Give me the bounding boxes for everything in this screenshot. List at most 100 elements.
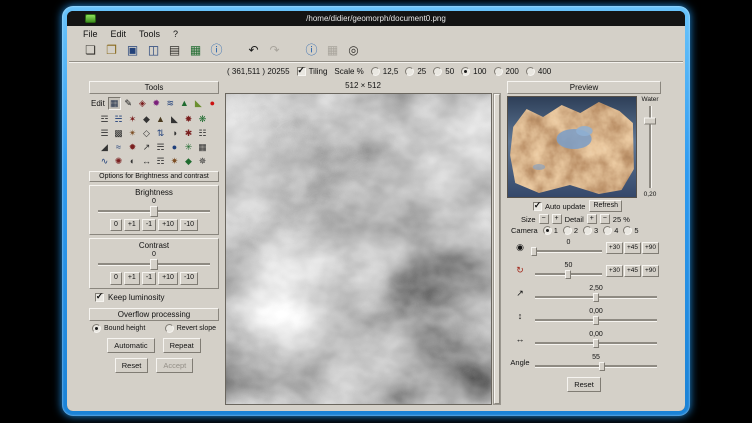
pencil-tool-icon[interactable]: ✎ [122,97,135,110]
slider-handle[interactable] [593,339,599,348]
keep-luminosity-checkbox[interactable]: ✓ Keep luminosity [89,293,219,302]
slider-handle[interactable] [644,118,656,125]
tool-icon[interactable]: ◐ [126,155,139,168]
observer-rotation-slider[interactable] [533,247,604,256]
tool-icon[interactable]: ↗ [140,141,153,154]
scale-option-100[interactable]: 100 [461,67,486,76]
slider-handle[interactable] [599,362,605,371]
size-increase-button[interactable]: + [552,214,562,224]
horizontal-shift-icon[interactable]: ↔ [509,335,531,344]
water-slider[interactable] [644,104,656,190]
tool-icon[interactable]: ≈ [112,141,125,154]
brightness-zero-button[interactable]: 0 [110,219,122,231]
slider-handle[interactable] [593,293,599,302]
detail-increase-button[interactable]: + [587,214,597,224]
tool-icon[interactable]: ✴ [126,127,139,140]
tool-icon[interactable]: ↔ [140,155,153,168]
rotation-icon[interactable]: ↻ [509,266,531,275]
scale-option-400[interactable]: 400 [526,67,551,76]
tool-icon[interactable]: ☴ [154,141,167,154]
detail-decrease-button[interactable]: − [600,214,610,224]
print-icon[interactable]: ▤ [165,41,184,59]
scale-option-12-5[interactable]: 12,5 [371,67,399,76]
refresh-button[interactable]: Refresh [589,200,622,212]
tool-icon[interactable]: ☲ [98,113,111,126]
tool-icon[interactable]: ◇ [140,127,153,140]
slider-handle[interactable] [150,206,158,217]
contrast-slider[interactable] [96,259,212,270]
observer-plus45-button[interactable]: +45 [624,242,641,254]
tool-icon[interactable]: ● [168,141,181,154]
tool-icon[interactable]: ◆ [140,113,153,126]
contrast-minus10-button[interactable]: -10 [180,272,198,284]
camera-option-4[interactable]: 4 [603,226,618,235]
contrast-minus1-button[interactable]: -1 [142,272,156,284]
horizontal-shift-slider[interactable] [533,339,659,348]
tiling-checkbox[interactable]: ✓ Tiling [297,67,328,76]
overflow-option-bound-height[interactable]: Bound height [92,324,145,333]
select-grid-tool-icon[interactable]: ▦ [108,97,121,110]
tool-icon[interactable]: ◆ [182,155,195,168]
camera-option-3[interactable]: 3 [583,226,598,235]
rotation-plus90-button[interactable]: +90 [642,265,659,277]
save-as-icon[interactable]: ◫ [144,41,163,59]
automatic-button[interactable]: Automatic [107,338,154,353]
auto-update-checkbox[interactable]: ✓ Auto update [533,202,585,211]
waves-tool-icon[interactable]: ≋ [164,97,177,110]
tool-icon[interactable]: ✹ [126,141,139,154]
tool-icon[interactable]: ▦ [196,141,209,154]
contrast-plus1-button[interactable]: +1 [124,272,140,284]
tool-icon[interactable]: ∿ [98,155,111,168]
vertical-shift-icon[interactable]: ↕ [509,312,531,321]
grid-icon[interactable]: ▦ [323,41,342,59]
reset-button[interactable]: Reset [115,358,149,373]
scrollbar-thumb[interactable] [494,94,500,404]
brightness-slider[interactable] [96,206,212,217]
slider-handle[interactable] [531,247,537,256]
contrast-zero-button[interactable]: 0 [110,272,122,284]
preview-reset-button[interactable]: Reset [567,377,601,392]
menu-item[interactable]: File [83,29,98,39]
accept-button[interactable]: Accept [156,358,193,373]
overflow-option-revert-slope[interactable]: Revert slope [165,324,216,333]
scale-option-200[interactable]: 200 [494,67,519,76]
mountain-tool-icon[interactable]: ▲ [178,97,191,110]
rotation-plus45-button[interactable]: +45 [624,265,641,277]
titlebar[interactable]: /home/didier/geomorph/document0.png [67,11,685,26]
save-icon[interactable]: ▣ [123,41,142,59]
open-icon[interactable]: ❐ [102,41,121,59]
tool-icon[interactable]: ✱ [182,127,195,140]
canvas-vscrollbar[interactable] [493,93,501,405]
scale-option-25[interactable]: 25 [405,67,426,76]
window-menu-button[interactable] [85,14,96,23]
new-document-icon[interactable]: ❏ [81,41,100,59]
camera-option-1[interactable]: 1 [543,226,558,235]
spiral-tool-icon[interactable]: ✹ [150,97,163,110]
tool-icon[interactable]: ▲ [154,113,167,126]
size-decrease-button[interactable]: − [539,214,549,224]
tool-icon[interactable]: ☵ [112,113,125,126]
tool-icon[interactable]: ◢ [98,141,111,154]
tool-icon[interactable]: ✷ [168,155,181,168]
record-tool-icon[interactable]: ● [206,97,219,110]
slider-handle[interactable] [565,270,571,279]
distance-slider[interactable] [533,293,659,302]
observer-rotation-icon[interactable]: ◉ [509,243,531,252]
distance-icon[interactable]: ↗ [509,289,531,298]
tool-icon[interactable]: ☶ [154,155,167,168]
tool-icon[interactable]: ✶ [126,113,139,126]
brightness-plus10-button[interactable]: +10 [158,219,178,231]
tool-icon[interactable]: ◑ [168,127,181,140]
tool-icon[interactable]: ▩ [112,127,125,140]
brightness-minus1-button[interactable]: -1 [142,219,156,231]
menu-item[interactable]: Tools [139,29,160,39]
tool-icon[interactable]: ✸ [182,113,195,126]
tool-icon[interactable]: ☰ [98,127,111,140]
tool-icon[interactable]: ✺ [112,155,125,168]
tool-icon[interactable]: ❋ [196,113,209,126]
tool-icon[interactable]: ✵ [196,155,209,168]
camera-option-5[interactable]: 5 [623,226,638,235]
terrain-preview[interactable] [507,96,637,198]
brightness-minus10-button[interactable]: -10 [180,219,198,231]
info-icon[interactable]: ⓘ [302,41,321,59]
